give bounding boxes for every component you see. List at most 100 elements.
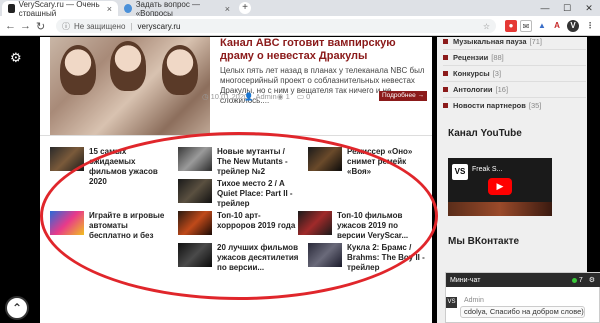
sidebar-category-partners[interactable]: Новости партнеров [35] [443, 101, 541, 110]
address-separator: | [130, 21, 133, 31]
close-window-icon[interactable]: ✕ [578, 0, 600, 16]
chat-settings-icon[interactable]: ⚙ [589, 276, 595, 284]
gear-icon[interactable]: ⚙ [10, 50, 22, 66]
category-count: [35] [528, 101, 542, 110]
youtube-embed[interactable]: VS Freak S... ▶ [448, 158, 552, 216]
category-label[interactable]: Конкурсы [453, 69, 490, 78]
related-title[interactable]: Новые мутанты / The New Mutants - трейле… [217, 147, 299, 177]
bookmark-star-icon[interactable]: ☆ [483, 22, 490, 31]
eye-icon: ◉ [277, 92, 286, 101]
related-thumbnail[interactable] [178, 243, 212, 267]
related-thumbnail[interactable] [50, 211, 84, 235]
bullet-icon [443, 39, 448, 44]
related-title[interactable]: Топ-10 арт-хорроров 2019 года [217, 211, 299, 235]
reload-icon[interactable]: ↻ [36, 20, 45, 33]
extension-mail-icon[interactable]: ✉ [520, 20, 532, 32]
tab-label: VeryScary.ru — Очень страшный [18, 0, 100, 18]
related-item[interactable]: Играйте в игровые автоматы бесплатно и б… [50, 211, 171, 241]
bullet-icon [443, 71, 448, 76]
related-title[interactable]: Тихое место 2 / A Quiet Place: Part II -… [217, 179, 299, 209]
related-item[interactable]: Тихое место 2 / A Quiet Place: Part II -… [178, 179, 299, 209]
category-label[interactable]: Новости партнеров [453, 101, 526, 110]
chat-avatar: VS [446, 297, 457, 308]
back-icon[interactable]: ← [5, 20, 16, 32]
related-item[interactable]: Режиссер «Оно» снимет ремейк «Воя» [308, 147, 429, 177]
post-views-text: 1 [285, 92, 290, 101]
info-icon[interactable]: ⓘ [62, 21, 70, 32]
related-item[interactable]: 15 самых ожидаемых фильмов ужасов 2020 [50, 147, 171, 187]
tab-label: Задать вопрос — «Вопросы [135, 0, 201, 18]
forward-icon[interactable]: → [20, 20, 31, 32]
related-thumbnail[interactable] [298, 211, 332, 235]
category-label[interactable]: Музыкальная пауза [453, 37, 527, 46]
related-thumbnail[interactable] [308, 147, 342, 171]
related-thumbnail[interactable] [178, 179, 212, 203]
category-label[interactable]: Антологии [453, 85, 493, 94]
extension-a-icon[interactable]: A [551, 20, 563, 32]
sidebar-category-music[interactable]: Музыкальная пауза [71] [443, 37, 542, 46]
channel-logo: VS [452, 164, 468, 180]
video-preview-strip [448, 202, 552, 216]
featured-title[interactable]: Канал ABC готовит вампирскую драму о нев… [220, 37, 425, 63]
related-item[interactable]: Кукла 2: Брамс / Brahms: The Boy II - тр… [308, 243, 429, 273]
related-title[interactable]: Кукла 2: Брамс / Brahms: The Boy II - тр… [347, 243, 429, 273]
related-title[interactable]: Топ-10 фильмов ужасов 2019 по версии Ver… [337, 211, 419, 241]
online-count: 7 [578, 276, 583, 284]
security-label: Не защищено [74, 21, 126, 31]
youtube-widget-title: Канал YouTube [448, 128, 522, 139]
related-title[interactable]: 15 самых ожидаемых фильмов ужасов 2020 [89, 147, 171, 187]
chat-author: Admin [464, 297, 484, 304]
featured-figure [110, 41, 146, 91]
profile-avatar[interactable]: V [567, 20, 579, 32]
related-thumbnail[interactable] [50, 147, 84, 171]
bullet-icon [443, 103, 448, 108]
tab-question[interactable]: Задать вопрос — «Вопросы × [118, 0, 236, 18]
video-title: Freak S... [472, 166, 503, 173]
section-divider [40, 135, 432, 136]
extension-red-icon[interactable]: ● [505, 20, 517, 32]
related-thumbnail[interactable] [178, 147, 212, 171]
new-tab-button[interactable]: + [239, 2, 251, 14]
play-icon[interactable]: ▶ [488, 178, 512, 195]
post-author-text[interactable]: Admin [255, 92, 276, 101]
related-item[interactable]: Новые мутанты / The New Mutants - трейле… [178, 147, 299, 177]
url-text: veryscary.ru [137, 21, 181, 31]
post-date-text: 10.01.2020 [210, 92, 249, 101]
scroll-to-top-button[interactable]: ⌃ [5, 296, 29, 320]
sidebar-category-reviews[interactable]: Рецензии [88] [443, 53, 504, 62]
post-views: ◉ 1 [277, 92, 290, 101]
close-tab-icon[interactable]: × [107, 4, 112, 14]
sidebar-category-contests[interactable]: Конкурсы [3] [443, 69, 501, 78]
extension-arrow-icon[interactable]: ▲ [536, 20, 548, 32]
related-item[interactable]: Топ-10 фильмов ужасов 2019 по версии Ver… [298, 211, 419, 241]
category-label[interactable]: Рецензии [453, 53, 488, 62]
related-title[interactable]: 20 лучших фильмов ужасов десятилетия по … [217, 243, 299, 273]
post-date: ◷ 10.01.2020 [202, 92, 248, 101]
related-item[interactable]: Топ-10 арт-хорроров 2019 года [178, 211, 299, 235]
chat-message: cdolya, Спасибо на добром слове) [460, 306, 585, 318]
related-title[interactable]: Играйте в игровые автоматы бесплатно и б… [89, 211, 171, 241]
chat-title: Мини-чат [450, 276, 481, 284]
post-author: 👤 Admin [244, 92, 277, 101]
featured-figure [162, 45, 198, 95]
address-bar: ← → ↻ ⓘ Не защищено | veryscary.ru ☆ ● ✉… [0, 16, 600, 36]
close-tab-icon[interactable]: × [225, 4, 230, 14]
online-indicator-icon [571, 277, 577, 283]
related-item[interactable]: 20 лучших фильмов ужасов десятилетия по … [178, 243, 299, 273]
featured-image[interactable] [50, 37, 210, 135]
category-divider [443, 49, 586, 50]
related-thumbnail[interactable] [178, 211, 212, 235]
minimize-icon[interactable]: — [534, 0, 556, 16]
sidebar-category-anthologies[interactable]: Антологии [16] [443, 85, 508, 94]
related-thumbnail[interactable] [308, 243, 342, 267]
question-favicon-icon [124, 4, 132, 13]
category-divider [443, 97, 586, 98]
related-title[interactable]: Режиссер «Оно» снимет ремейк «Воя» [347, 147, 429, 177]
menu-icon[interactable]: ⋮ [584, 20, 596, 32]
url-input[interactable]: ⓘ Не защищено | veryscary.ru ☆ [56, 19, 496, 33]
tab-veryscary[interactable]: VeryScary.ru — Очень страшный × [2, 0, 118, 18]
post-comments: ▭ 0 [297, 92, 310, 101]
maximize-icon[interactable]: ☐ [556, 0, 578, 16]
chat-header[interactable]: Мини-чат 7 ⚙ [446, 273, 600, 287]
read-more-button[interactable]: Подробнее → [379, 91, 427, 101]
